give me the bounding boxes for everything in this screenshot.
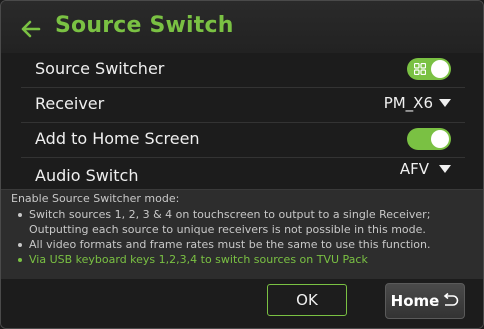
info-bullet-continuation: Outputting each source to unique receive…	[29, 223, 426, 236]
setting-row-add-to-home: Add to Home Screen	[21, 123, 465, 158]
receiver-dropdown[interactable]: PM_X6	[384, 94, 451, 112]
info-heading: Enable Source Switcher mode:	[11, 192, 180, 205]
caret-down-icon	[439, 99, 451, 107]
source-switcher-label: Source Switcher	[35, 59, 165, 78]
info-bullet: Via USB keyboard keys 1,2,3,4 to switch …	[15, 252, 483, 267]
receiver-value: PM_X6	[383, 94, 433, 112]
source-switch-panel: Source Switch Source Switcher Receiver P…	[0, 0, 484, 329]
audio-switch-dropdown[interactable]: AFV	[400, 160, 451, 178]
add-to-home-toggle[interactable]	[407, 128, 451, 150]
header-bar: Source Switch	[1, 1, 483, 53]
footer-bar: OK Home	[1, 279, 483, 328]
return-icon	[444, 293, 459, 306]
toggle-knob	[431, 60, 449, 78]
add-to-home-label: Add to Home Screen	[35, 129, 200, 148]
info-bullet: Switch sources 1, 2, 3 & 4 on touchscree…	[15, 207, 483, 222]
setting-row-audio-switch: Audio Switch AFV	[21, 158, 465, 192]
home-button[interactable]: Home	[385, 283, 465, 319]
caret-down-icon	[439, 165, 451, 173]
arrow-left-icon[interactable]	[19, 18, 41, 40]
info-bullets: Switch sources 1, 2, 3 & 4 on touchscree…	[15, 207, 483, 267]
home-button-label: Home	[390, 292, 440, 310]
info-bullet: All video formats and frame rates must b…	[15, 237, 483, 252]
setting-row-receiver: Receiver PM_X6	[21, 88, 465, 123]
source-switcher-toggle[interactable]	[407, 58, 451, 80]
toggle-knob	[431, 130, 449, 148]
audio-switch-value: AFV	[399, 160, 429, 178]
settings-list: Source Switcher Receiver PM_X6 Add to Ho…	[21, 53, 465, 192]
page-title: Source Switch	[55, 13, 234, 38]
grid-icon	[414, 63, 426, 75]
receiver-label: Receiver	[35, 94, 105, 113]
setting-row-source-switcher: Source Switcher	[21, 53, 465, 88]
ok-button[interactable]: OK	[267, 284, 347, 316]
audio-switch-label: Audio Switch	[35, 166, 139, 185]
info-panel: Enable Source Switcher mode: Switch sour…	[1, 189, 483, 280]
